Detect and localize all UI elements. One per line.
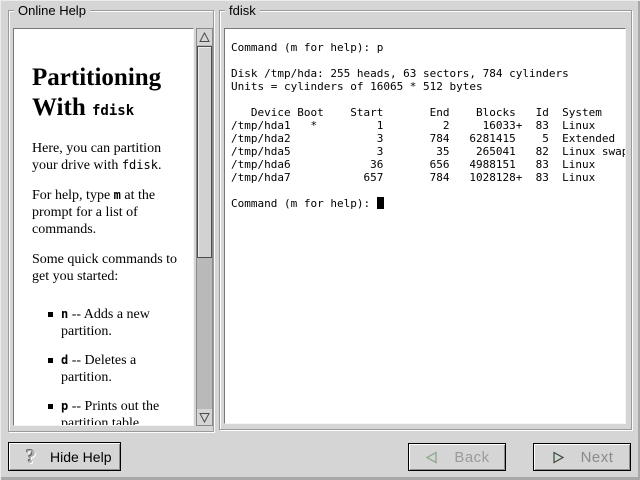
list-item: p -- Prints out the partition table. [61, 398, 185, 426]
help-command-list: n -- Adds a new partition. d -- Deletes … [32, 306, 185, 426]
terminal-cursor [377, 197, 384, 209]
fdisk-frame: fdisk Command (m for help): p Disk /tmp/… [219, 10, 632, 430]
question-mark-icon: ? [26, 447, 36, 467]
help-paragraph-3: Some quick commands to get you started: [32, 251, 185, 285]
help-content-area: Partitioning With fdisk Here, you can pa… [13, 28, 194, 426]
next-button[interactable]: Next [533, 443, 631, 471]
fdisk-terminal[interactable]: Command (m for help): p Disk /tmp/hda: 2… [224, 28, 626, 424]
terminal-text: Command (m for help): p Disk /tmp/hda: 2… [231, 41, 626, 210]
help-title-code: fdisk [92, 103, 134, 119]
help-title: Partitioning With fdisk [32, 63, 185, 126]
help-paragraph-1: Here, you can partition your drive with … [32, 140, 185, 174]
online-help-frame-label: Online Help [14, 3, 90, 18]
hide-help-button[interactable]: ? Hide Help [8, 442, 121, 471]
arrow-up-icon [199, 32, 210, 43]
back-button[interactable]: Back [408, 443, 506, 471]
list-item: d -- Deletes a partition. [61, 352, 185, 386]
scroll-up-button[interactable] [197, 29, 212, 45]
installer-screen: { "colors": { "background": "#d5d5d5", "… [0, 0, 640, 480]
terminal-output: Command (m for help): p Disk /tmp/hda: 2… [225, 29, 625, 210]
scroll-down-button[interactable] [197, 409, 212, 425]
help-paragraph-2: For help, type m at the prompt for a lis… [32, 187, 185, 238]
arrow-left-icon [424, 450, 439, 465]
list-item: n -- Adds a new partition. [61, 306, 185, 340]
arrow-right-icon [551, 450, 566, 465]
fdisk-frame-label: fdisk [225, 3, 260, 18]
help-text: Partitioning With fdisk Here, you can pa… [14, 29, 193, 426]
online-help-frame: Online Help Partitioning With fdisk Here… [8, 10, 214, 432]
scrollbar-thumb[interactable] [197, 46, 212, 258]
arrow-down-icon [199, 412, 210, 423]
help-scrollbar[interactable] [196, 28, 213, 426]
